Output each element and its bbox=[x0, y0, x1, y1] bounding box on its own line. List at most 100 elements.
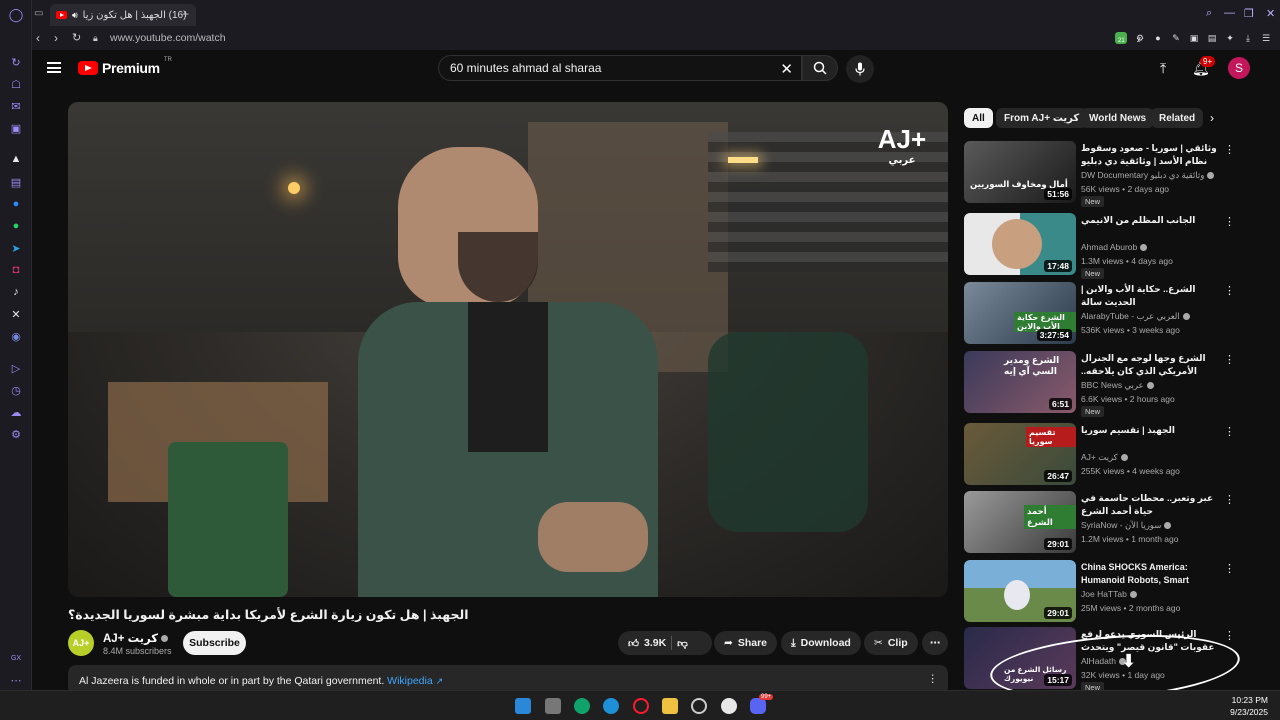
recommendation-thumbnail[interactable]: أمال ومخاوف السوريين 51:56 bbox=[964, 141, 1076, 203]
search-input[interactable]: 60 minutes ahmad al sharaa ✕ bbox=[438, 55, 802, 81]
recommendation-thumbnail[interactable]: 17:48 bbox=[964, 213, 1076, 275]
close-window-icon[interactable]: ✕ bbox=[1266, 7, 1275, 20]
edge-icon[interactable] bbox=[603, 698, 619, 714]
like-button[interactable]: 👍︎ 3.9K bbox=[628, 637, 666, 650]
recommendation-item[interactable]: أمال ومخاوف السوريين 51:56 وثائقي | سوري… bbox=[964, 141, 1235, 207]
settings-icon[interactable]: ⚙ bbox=[9, 427, 23, 441]
more-options-icon[interactable]: ⋮ bbox=[1224, 493, 1235, 506]
chip-from-channel[interactable]: From AJ+ كريت bbox=[996, 108, 1088, 128]
more-options-icon[interactable]: ⋮ bbox=[1224, 215, 1235, 228]
clear-search-icon[interactable]: ✕ bbox=[780, 60, 793, 78]
discord-app-icon[interactable] bbox=[750, 698, 766, 714]
wikipedia-link[interactable]: Wikipedia bbox=[387, 675, 433, 687]
steam-icon[interactable] bbox=[691, 698, 707, 714]
extensions-icon[interactable]: ✦ bbox=[1224, 32, 1236, 44]
more-options-icon[interactable]: ⋮ bbox=[1224, 353, 1235, 366]
download-bar-icon[interactable]: ⤓ bbox=[1242, 32, 1254, 44]
new-tab-icon[interactable]: + bbox=[182, 7, 189, 21]
pinboard-icon[interactable]: ☁ bbox=[9, 405, 23, 419]
notice-menu-icon[interactable]: ⋮ bbox=[928, 673, 939, 685]
channel-avatar[interactable]: AJ+ bbox=[68, 630, 94, 656]
whatsapp-icon[interactable]: ● bbox=[9, 219, 23, 233]
chevron-right-icon[interactable]: › bbox=[1210, 111, 1214, 125]
x-icon[interactable]: ✕ bbox=[9, 307, 23, 321]
opera-logo-icon[interactable]: ◯ bbox=[9, 7, 24, 22]
recommendation-item[interactable]: الشرع ومدير السي آي إيه 6:51 الشرع وجها … bbox=[964, 351, 1235, 417]
settings-app-icon[interactable] bbox=[721, 698, 737, 714]
camera-icon[interactable]: ▣ bbox=[1188, 32, 1200, 44]
new-badge: New bbox=[1081, 406, 1105, 417]
menu-icon[interactable]: ☰ bbox=[1260, 32, 1272, 44]
more-options-icon[interactable]: ⋮ bbox=[1224, 425, 1235, 438]
recommendation-item[interactable]: الشرع حكاية الأب والابن 3:27:54 الشرع.. … bbox=[964, 282, 1235, 344]
player-icon[interactable]: ▷ bbox=[9, 361, 23, 375]
recommendation-title: China SHOCKS America: Humanoid Robots, S… bbox=[1081, 562, 1190, 585]
recommendation-thumbnail[interactable]: الشرع ومدير السي آي إيه 6:51 bbox=[964, 351, 1076, 413]
video-player[interactable]: AJ+ عربي bbox=[68, 102, 948, 597]
voice-search-button[interactable] bbox=[846, 55, 874, 83]
reload-icon[interactable]: ↻ bbox=[72, 31, 81, 44]
chip-world-news[interactable]: World News bbox=[1081, 108, 1155, 128]
workspace-icon[interactable]: ☖ bbox=[9, 77, 23, 91]
messenger-icon[interactable]: ✉ bbox=[9, 99, 23, 113]
windows-start-icon[interactable] bbox=[515, 698, 531, 714]
clip-button[interactable]: ✂ Clip bbox=[864, 631, 918, 655]
channel-name[interactable]: AJ+ كريت bbox=[103, 631, 168, 645]
tasks-icon[interactable]: ▲ bbox=[9, 152, 23, 166]
wallet-icon[interactable]: ▤ bbox=[1206, 32, 1218, 44]
pencil-icon[interactable]: ✎ bbox=[1170, 32, 1182, 44]
hamburger-menu-icon[interactable] bbox=[47, 62, 61, 73]
speaker-icon[interactable]: 🔊︎ bbox=[72, 10, 78, 21]
opera-gx-icon[interactable] bbox=[633, 698, 649, 714]
download-button[interactable]: ⤓ Download bbox=[781, 631, 861, 655]
more-actions-button[interactable]: ⋯ bbox=[922, 631, 948, 655]
recommendation-item[interactable]: 17:48 الجانب المظلم من الانيمي Ahmad Abu… bbox=[964, 213, 1235, 279]
more-options-icon[interactable]: ⋮ bbox=[1224, 629, 1235, 642]
instagram-icon[interactable]: ◘ bbox=[9, 263, 23, 277]
tab-youtube[interactable]: 🔊︎ (16) الجهبذ | هل تكون زيا bbox=[50, 4, 196, 26]
recommendation-item[interactable]: تقسيم سوريا 26:47 الجهبذ | تقسيم سوريا A… bbox=[964, 423, 1235, 485]
forward-icon[interactable]: › bbox=[54, 31, 58, 45]
edge-dev-icon[interactable] bbox=[574, 698, 590, 714]
more-icon[interactable]: ⋯ bbox=[9, 673, 23, 687]
upload-icon[interactable]: ⤒ bbox=[1160, 60, 1166, 77]
subscribe-button[interactable]: Subscribe bbox=[183, 631, 246, 655]
tiktok-icon[interactable]: ♪ bbox=[9, 285, 23, 299]
task-view-icon[interactable] bbox=[545, 698, 561, 714]
mouse-cursor-icon: ⬇ bbox=[1121, 651, 1137, 671]
url-field[interactable]: www.youtube.com/watch bbox=[110, 32, 226, 44]
maximize-icon[interactable]: ❐ bbox=[1244, 7, 1254, 20]
more-options-icon[interactable]: ⋮ bbox=[1224, 143, 1235, 156]
vpn-icon[interactable]: ● bbox=[1152, 32, 1164, 44]
youtube-logo[interactable]: Premium TR bbox=[78, 57, 172, 76]
telegram-icon[interactable]: ➤ bbox=[9, 241, 23, 255]
search-tabs-icon[interactable]: ⌕ bbox=[1206, 7, 1212, 20]
recommendation-thumbnail[interactable]: الشرع حكاية الأب والابن 3:27:54 bbox=[964, 282, 1076, 344]
history-icon[interactable]: ◷ bbox=[9, 383, 23, 397]
file-explorer-icon[interactable] bbox=[662, 698, 678, 714]
gx-icon[interactable]: GX bbox=[9, 651, 23, 665]
recommendation-thumbnail[interactable]: أحمد الشرع 29:01 bbox=[964, 491, 1076, 553]
account-avatar[interactable]: S bbox=[1228, 57, 1250, 79]
more-options-icon[interactable]: ⋮ bbox=[1224, 562, 1235, 575]
tab-manager-icon[interactable]: ▭ bbox=[34, 8, 43, 19]
dislike-button[interactable]: 👎︎ bbox=[677, 637, 688, 650]
discord-icon[interactable]: ◉ bbox=[9, 329, 23, 343]
recommendation-item[interactable]: 29:01 China SHOCKS America: Humanoid Rob… bbox=[964, 560, 1235, 622]
messenger-app-icon[interactable]: ● bbox=[9, 197, 23, 211]
search-button[interactable] bbox=[802, 55, 838, 81]
channel-text: Joe HaTTab bbox=[1081, 589, 1127, 599]
twitch-icon[interactable]: ▤ bbox=[9, 175, 23, 189]
more-options-icon[interactable]: ⋮ bbox=[1224, 284, 1235, 297]
ai-icon[interactable]: ↻ bbox=[9, 55, 23, 69]
minimize-icon[interactable]: — bbox=[1224, 7, 1235, 19]
mail-icon[interactable]: ▣ bbox=[9, 121, 23, 135]
recommendation-thumbnail[interactable]: 29:01 bbox=[964, 560, 1076, 622]
recommendation-item[interactable]: أحمد الشرع 29:01 عبر وتعبر.. محطات حاسمة… bbox=[964, 491, 1235, 553]
chip-all[interactable]: All bbox=[964, 108, 993, 128]
chip-related[interactable]: Related bbox=[1151, 108, 1204, 128]
back-icon[interactable]: ‹ bbox=[36, 31, 40, 45]
recommendation-thumbnail[interactable]: تقسيم سوريا 26:47 bbox=[964, 423, 1076, 485]
share-button[interactable]: ➦ Share bbox=[714, 631, 777, 655]
system-clock[interactable]: 10:23 PM 9/23/2025 bbox=[1230, 694, 1268, 718]
